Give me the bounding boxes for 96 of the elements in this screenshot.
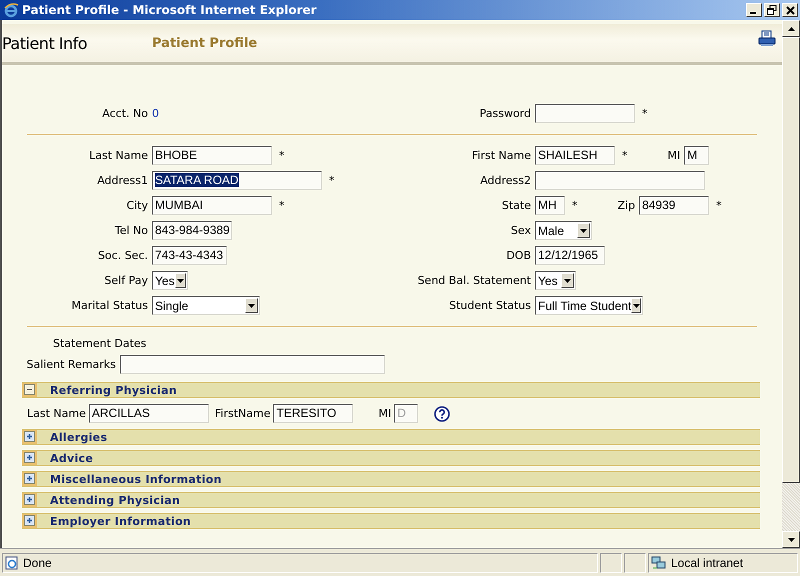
- text-field[interactable]: MUMBAI: [152, 196, 272, 215]
- field-label: Password: [478, 106, 531, 120]
- status-pane: [624, 552, 646, 572]
- dropdown-button[interactable]: [577, 223, 590, 238]
- field-label: Sex: [510, 224, 531, 237]
- up-arrow-icon: [788, 26, 794, 30]
- field-label: MI: [668, 149, 680, 162]
- scroll-up-button[interactable]: [782, 20, 800, 37]
- field-label: City: [125, 199, 148, 212]
- page-title: Patient Profile: [152, 36, 258, 50]
- dropdown-button[interactable]: [561, 273, 574, 288]
- required-mark: *: [572, 199, 578, 212]
- required-mark: *: [329, 174, 334, 187]
- help-icon[interactable]: [434, 406, 450, 422]
- page-icon: [5, 556, 19, 570]
- field-label: Address2: [479, 174, 531, 187]
- field-label: Acct. No: [101, 106, 148, 120]
- text-field[interactable]: SHAILESH: [535, 146, 615, 165]
- caret-icon: [176, 278, 184, 282]
- dropdown-button[interactable]: [245, 298, 258, 313]
- caret-icon: [248, 304, 255, 308]
- section-header[interactable]: Allergies: [22, 429, 760, 445]
- text-field[interactable]: BHOBE: [152, 146, 272, 165]
- expand-icon[interactable]: [22, 514, 37, 528]
- field-label: Marital Status: [70, 299, 148, 312]
- section-header[interactable]: Advice: [22, 450, 760, 466]
- expand-icon[interactable]: [22, 493, 37, 507]
- caret-icon: [580, 228, 587, 232]
- expand-icon[interactable]: [22, 451, 37, 465]
- text-field[interactable]: 843-984-9389: [152, 221, 232, 240]
- network-icon: [651, 556, 667, 570]
- section-header[interactable]: Referring Physician: [22, 382, 760, 398]
- text-field[interactable]: 12/12/1965: [535, 246, 605, 265]
- field-label: Statement Dates: [53, 336, 146, 350]
- field-label: Salient Remarks: [26, 358, 116, 370]
- text-field[interactable]: TERESITO: [273, 404, 354, 423]
- field-label: Soc. Sec.: [96, 249, 148, 262]
- required-mark: *: [716, 199, 722, 212]
- restore-button[interactable]: [764, 3, 780, 17]
- close-icon: [786, 6, 794, 14]
- field-label: State: [500, 199, 531, 212]
- scroll-down-button[interactable]: [782, 531, 800, 548]
- field-label: Last Name: [88, 149, 148, 162]
- dropdown-button[interactable]: [174, 273, 186, 288]
- expand-icon[interactable]: [22, 430, 37, 444]
- collapse-icon[interactable]: [22, 383, 37, 397]
- field-label: Self Pay: [103, 274, 148, 287]
- browser-icon: [3, 2, 19, 18]
- app-title: Patient Info: [2, 34, 88, 52]
- dropdown[interactable]: Male: [535, 221, 592, 240]
- printer-icon[interactable]: [758, 30, 776, 47]
- field-label: DOB: [505, 249, 531, 262]
- text-field[interactable]: [120, 354, 385, 374]
- password-field[interactable]: [535, 104, 635, 122]
- down-arrow-icon: [788, 538, 794, 542]
- text-field[interactable]: 743-43-4343: [152, 246, 227, 265]
- window-title: Patient Profile - Microsoft Internet Explorer: [22, 3, 318, 17]
- dropdown-button[interactable]: [631, 298, 641, 313]
- dropdown[interactable]: Full Time Student: [535, 296, 643, 315]
- dropdown[interactable]: Single: [152, 296, 260, 315]
- close-button[interactable]: [782, 3, 798, 17]
- section-header[interactable]: Attending Physician: [22, 492, 760, 508]
- security-zone: Local intranet: [671, 556, 744, 570]
- caret-icon: [632, 304, 640, 308]
- text-field[interactable]: MH: [535, 196, 565, 215]
- text-field[interactable]: M: [684, 146, 710, 165]
- dropdown[interactable]: Yes: [152, 271, 188, 290]
- minimize-button[interactable]: [746, 3, 762, 17]
- field-label: MI: [378, 407, 392, 420]
- section-header[interactable]: Employer Information: [22, 513, 760, 529]
- text-field[interactable]: SATARA ROAD: [152, 171, 322, 190]
- field-label: Zip: [618, 199, 636, 212]
- field-label: First Name: [470, 149, 531, 162]
- required-mark: *: [622, 149, 628, 162]
- account-number: 0: [152, 106, 159, 120]
- required-mark: *: [279, 149, 284, 162]
- status-pane: [600, 552, 622, 572]
- scroll-thumb[interactable]: [782, 37, 800, 483]
- caret-icon: [564, 278, 571, 282]
- text-field[interactable]: 84939: [639, 196, 710, 215]
- text-field[interactable]: ARCILLAS: [88, 404, 209, 423]
- field-label: Last Name: [27, 407, 86, 420]
- required-mark: *: [279, 199, 284, 212]
- field-label: Student Status: [448, 299, 531, 312]
- status-text: Done: [23, 556, 52, 570]
- dropdown[interactable]: Yes: [535, 271, 576, 290]
- section-header[interactable]: Miscellaneous Information: [22, 471, 760, 487]
- required-mark: *: [642, 106, 648, 120]
- expand-icon[interactable]: [22, 472, 37, 486]
- text-field: D: [394, 404, 418, 423]
- field-label: Address1: [96, 174, 148, 187]
- text-field[interactable]: [535, 171, 705, 190]
- field-label: Tel No: [114, 224, 148, 237]
- field-label: Send Bal. Statement: [416, 274, 531, 287]
- field-label: FirstName: [214, 407, 270, 420]
- restore-icon: [767, 5, 777, 15]
